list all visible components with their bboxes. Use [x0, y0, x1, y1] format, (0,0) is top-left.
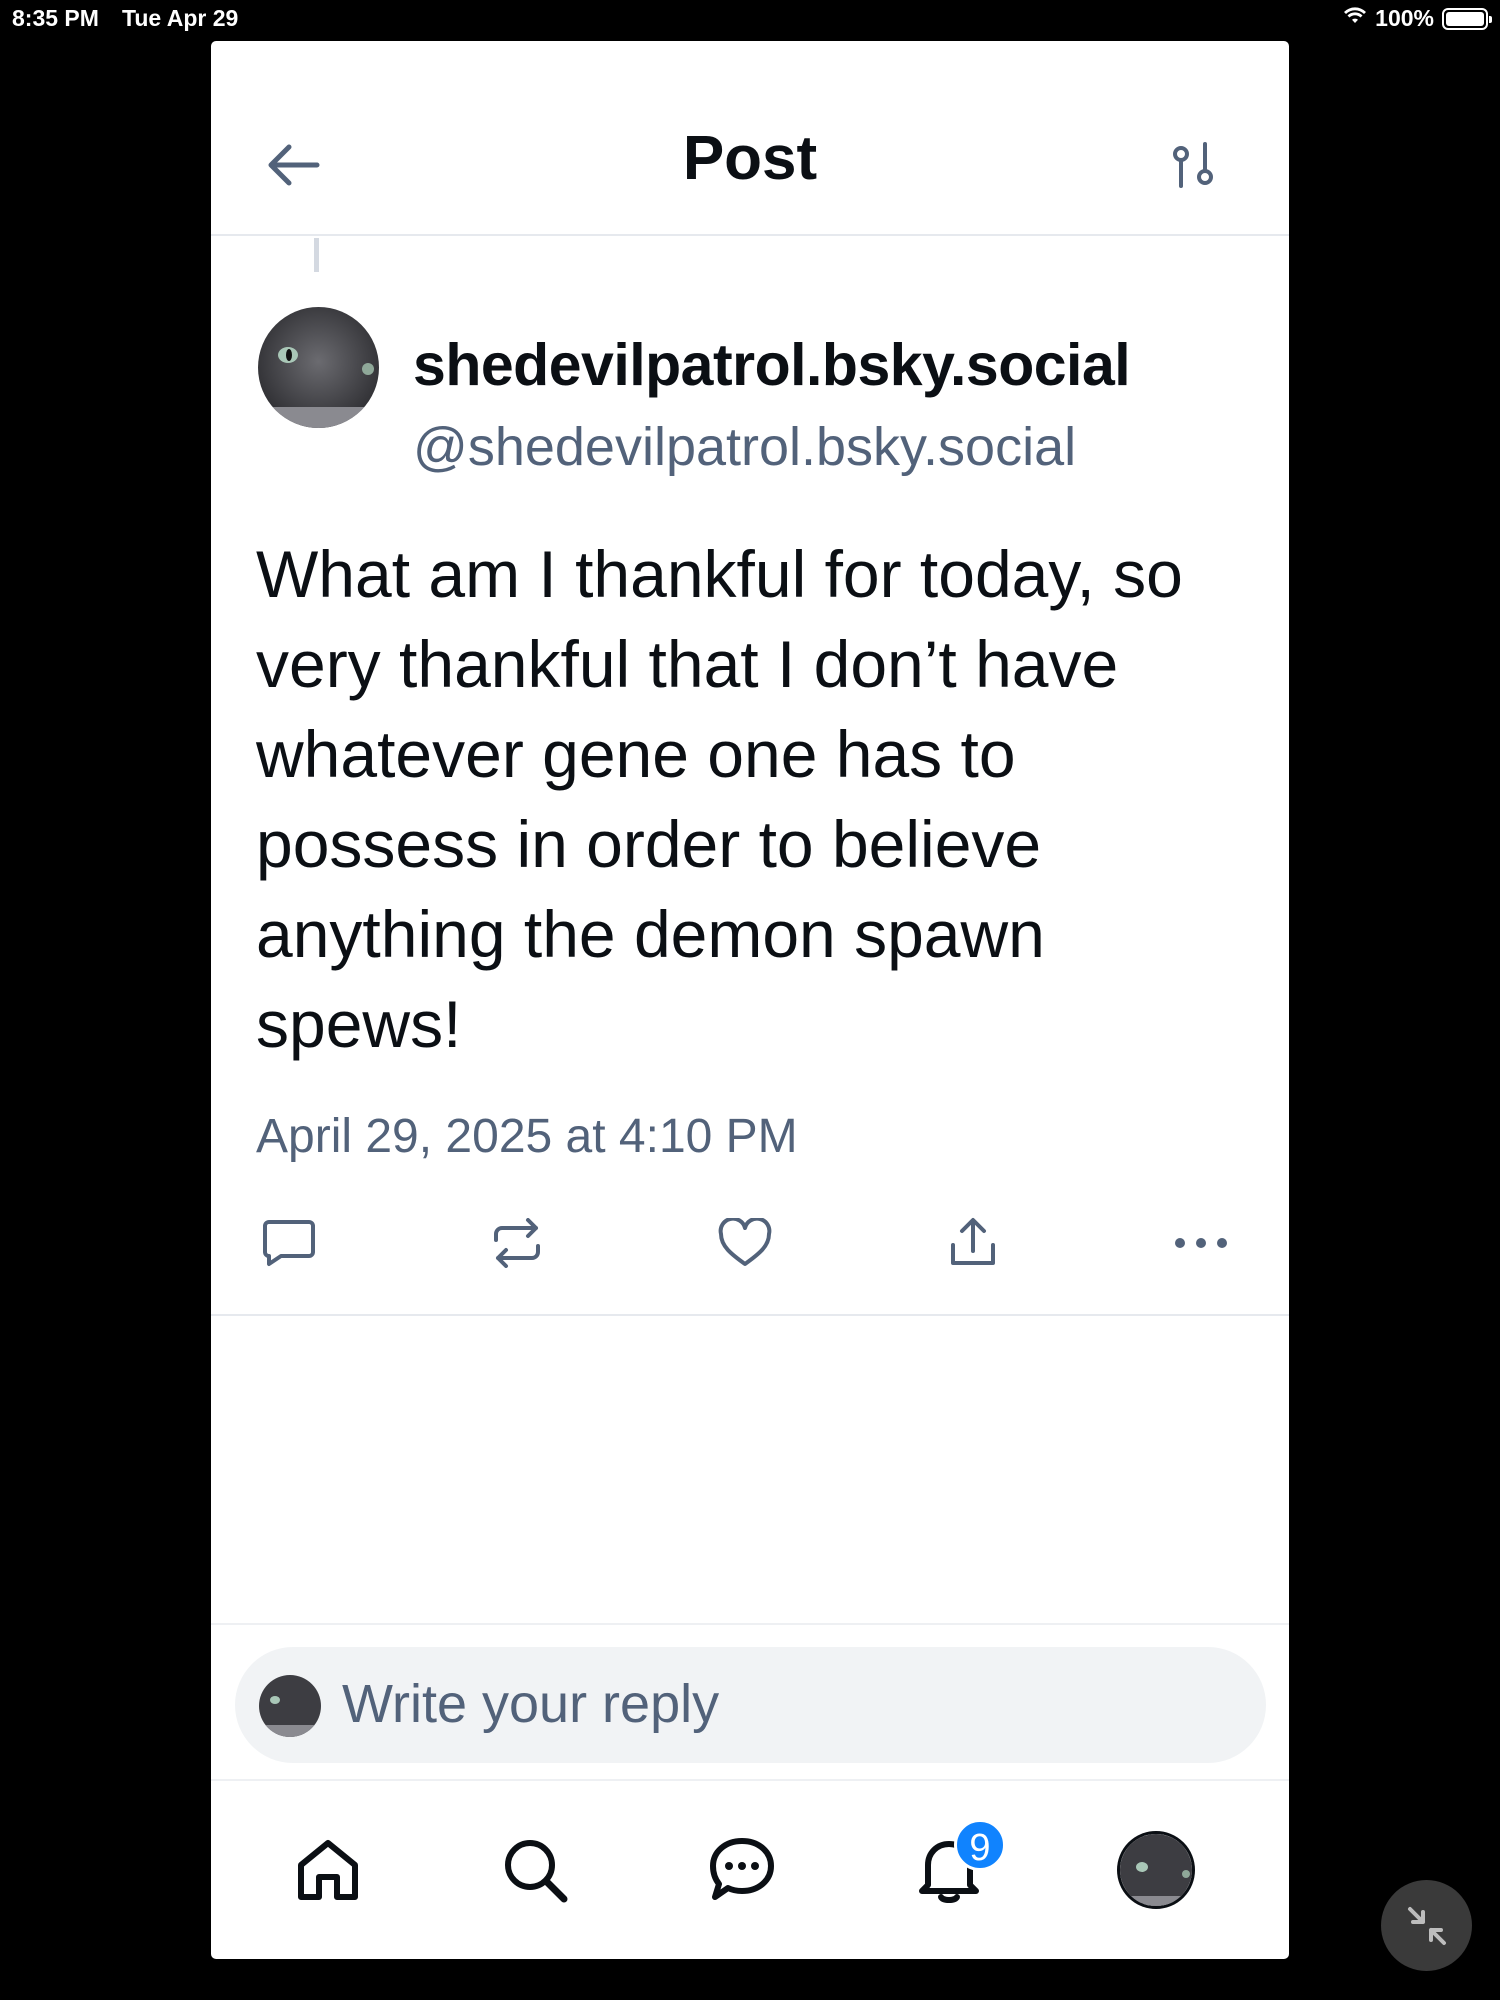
- author-handle[interactable]: @shedevilpatrol.bsky.social: [413, 416, 1076, 478]
- ellipsis-icon: [1175, 1238, 1227, 1248]
- reply-button[interactable]: [249, 1203, 329, 1283]
- collapse-arrows-icon: [1407, 1906, 1446, 1945]
- app-window: Post shedevilpatrol.bsky.social @shedevi…: [211, 41, 1289, 1959]
- more-button[interactable]: [1161, 1203, 1241, 1283]
- share-icon: [951, 1218, 995, 1265]
- author-avatar[interactable]: [258, 307, 379, 428]
- status-bar: 8:35 PM Tue Apr 29 100%: [0, 0, 1500, 38]
- user-avatar: [259, 1675, 321, 1737]
- battery-percent: 100%: [1375, 5, 1434, 31]
- avatar: [1117, 1831, 1195, 1909]
- reply-input[interactable]: Write your reply: [235, 1647, 1266, 1763]
- page-title: Post: [682, 124, 818, 193]
- comment-icon: [263, 1220, 315, 1266]
- chat-icon: [710, 1838, 774, 1900]
- battery-icon: [1442, 7, 1492, 30]
- divider: [211, 1623, 1289, 1625]
- status-date: Tue Apr 29: [122, 5, 239, 31]
- author-name[interactable]: shedevilpatrol.bsky.social: [413, 331, 1131, 399]
- repost-icon: [494, 1218, 540, 1268]
- reply-placeholder: Write your reply: [342, 1674, 720, 1734]
- like-button[interactable]: [705, 1203, 785, 1283]
- header: Post: [211, 41, 1289, 236]
- nav-profile[interactable]: [1111, 1825, 1201, 1915]
- nav-search[interactable]: [490, 1825, 580, 1915]
- minimize-button[interactable]: [1381, 1880, 1472, 1971]
- search-icon: [505, 1840, 568, 1903]
- sliders-icon: [1173, 142, 1213, 188]
- nav-home[interactable]: [283, 1825, 373, 1915]
- home-icon: [298, 1840, 358, 1900]
- nav-notifications[interactable]: 9: [904, 1819, 1006, 1915]
- status-time: 8:35 PM: [12, 5, 99, 31]
- wifi-icon: [1343, 5, 1367, 32]
- divider: [211, 1314, 1289, 1316]
- share-button[interactable]: [933, 1203, 1013, 1283]
- heart-icon: [718, 1218, 772, 1266]
- bottom-nav: 9: [211, 1779, 1289, 1959]
- repost-button[interactable]: [477, 1203, 557, 1283]
- nav-chat[interactable]: [697, 1825, 787, 1915]
- notification-badge: 9: [954, 1819, 1006, 1871]
- post-timestamp: April 29, 2025 at 4:10 PM: [256, 1110, 798, 1163]
- thread-line: [314, 238, 319, 272]
- post-actions: [211, 1203, 1289, 1283]
- status-right: 100%: [1343, 5, 1492, 32]
- post-text: What am I thankful for today, so very th…: [256, 537, 1183, 1061]
- filter-button[interactable]: [1163, 135, 1223, 195]
